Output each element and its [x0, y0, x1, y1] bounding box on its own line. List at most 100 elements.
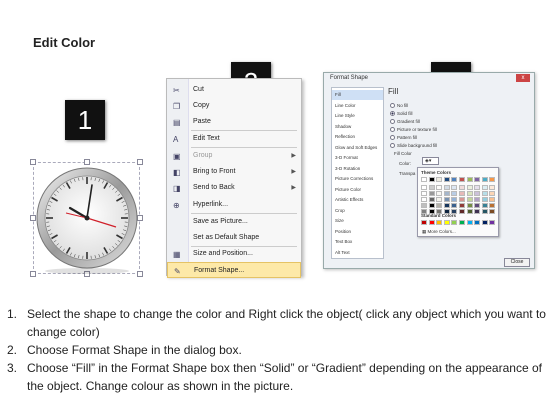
dialog-close-icon[interactable]: x — [516, 74, 530, 82]
theme-color-swatch[interactable] — [481, 184, 488, 190]
theme-color-swatch[interactable] — [489, 184, 496, 190]
dialog-nav-item[interactable]: Alt Text — [332, 248, 383, 258]
dialog-nav-item[interactable]: Crop — [332, 206, 383, 216]
theme-color-swatch[interactable] — [474, 202, 481, 208]
theme-color-swatch[interactable] — [421, 202, 427, 208]
context-menu-item[interactable]: Save as Picture... — [167, 214, 301, 230]
standard-color-swatch[interactable] — [474, 220, 481, 225]
theme-color-swatch[interactable] — [428, 177, 435, 182]
theme-color-swatch[interactable] — [474, 184, 481, 190]
theme-color-swatch[interactable] — [474, 177, 481, 182]
theme-color-swatch[interactable] — [481, 196, 488, 202]
dialog-nav-item[interactable]: Position — [332, 227, 383, 237]
dialog-nav-item[interactable]: Size — [332, 216, 383, 226]
theme-color-swatch[interactable] — [443, 177, 450, 182]
theme-color-swatch[interactable] — [428, 196, 435, 202]
theme-color-swatch[interactable] — [489, 190, 496, 196]
context-menu-item[interactable]: A Edit Text — [167, 131, 301, 147]
dialog-nav-item[interactable]: Fill — [332, 90, 383, 100]
context-menu-item[interactable]: ▣ Group ▶ — [167, 148, 301, 164]
theme-color-swatch[interactable] — [443, 196, 450, 202]
theme-color-swatch[interactable] — [436, 184, 443, 190]
theme-color-swatch[interactable] — [421, 190, 427, 196]
dialog-nav-item[interactable]: Artistic Effects — [332, 195, 383, 205]
color-picker-button[interactable]: ◈▾ — [422, 157, 439, 165]
theme-color-swatch[interactable] — [466, 184, 473, 190]
theme-color-swatch[interactable] — [421, 196, 427, 202]
clock-icon[interactable] — [30, 165, 145, 280]
theme-color-swatch[interactable] — [459, 177, 465, 182]
theme-color-swatch[interactable] — [489, 202, 496, 208]
theme-color-swatch[interactable] — [481, 208, 488, 214]
standard-color-swatch[interactable] — [481, 220, 488, 225]
theme-color-swatch[interactable] — [466, 208, 473, 214]
theme-color-swatch[interactable] — [466, 202, 473, 208]
theme-color-swatch[interactable] — [421, 184, 427, 190]
standard-color-swatch[interactable] — [443, 220, 450, 225]
theme-color-swatch[interactable] — [443, 202, 450, 208]
context-menu-item[interactable]: Set as Default Shape — [167, 230, 301, 246]
theme-color-swatch[interactable] — [436, 190, 443, 196]
theme-color-swatch[interactable] — [451, 196, 458, 202]
dialog-nav-item[interactable]: Text Box — [332, 237, 383, 247]
context-menu-item[interactable]: ◨ Send to Back ▶ — [167, 180, 301, 196]
theme-color-swatch[interactable] — [466, 177, 473, 182]
theme-color-swatch[interactable] — [428, 190, 435, 196]
context-menu-item[interactable]: ◧ Bring to Front ▶ — [167, 164, 301, 180]
more-colors-option[interactable]: ▦ More Colors... — [422, 229, 456, 235]
standard-color-swatch[interactable] — [489, 220, 496, 225]
standard-color-swatch[interactable] — [459, 220, 465, 225]
dialog-nav-item[interactable]: Picture Corrections — [332, 174, 383, 184]
dialog-nav-item[interactable]: Glow and Soft Edges — [332, 143, 383, 153]
theme-color-swatch[interactable] — [481, 177, 488, 182]
dialog-close-button[interactable]: Close — [504, 258, 530, 267]
standard-color-swatch[interactable] — [466, 220, 473, 225]
fill-option-radio[interactable]: Picture or texture fill — [390, 127, 437, 133]
theme-color-swatch[interactable] — [428, 202, 435, 208]
theme-color-swatch[interactable] — [451, 184, 458, 190]
theme-color-swatch[interactable] — [474, 196, 481, 202]
theme-color-swatch[interactable] — [459, 190, 465, 196]
theme-color-swatch[interactable] — [421, 177, 427, 182]
theme-color-swatch[interactable] — [443, 184, 450, 190]
context-menu-item[interactable]: ✎ Format Shape... — [167, 262, 301, 278]
dialog-nav-item[interactable]: 3-D Format — [332, 153, 383, 163]
standard-color-swatch[interactable] — [451, 220, 458, 225]
dialog-nav-item[interactable]: Picture Color — [332, 185, 383, 195]
theme-color-swatch[interactable] — [459, 208, 465, 214]
theme-color-swatch[interactable] — [451, 177, 458, 182]
fill-option-radio[interactable]: Solid fill — [390, 111, 413, 117]
theme-color-swatch[interactable] — [436, 202, 443, 208]
theme-color-swatch[interactable] — [436, 177, 443, 182]
theme-color-swatch[interactable] — [443, 190, 450, 196]
theme-color-swatch[interactable] — [466, 196, 473, 202]
standard-color-swatch[interactable] — [428, 220, 435, 225]
context-menu-item[interactable]: ▦ Size and Position... — [167, 246, 301, 262]
dialog-nav-item[interactable]: 3-D Rotation — [332, 164, 383, 174]
dialog-nav-item[interactable]: Shadow — [332, 122, 383, 132]
fill-option-radio[interactable]: Slide background fill — [390, 143, 437, 149]
standard-color-swatch[interactable] — [421, 220, 427, 225]
context-menu-item[interactable]: ▤ Paste — [167, 114, 301, 130]
standard-color-swatch[interactable] — [436, 220, 443, 225]
theme-color-swatch[interactable] — [489, 196, 496, 202]
theme-color-swatch[interactable] — [489, 208, 496, 214]
context-menu-item[interactable]: ✂ Cut — [167, 82, 301, 98]
fill-option-radio[interactable]: Gradient fill — [390, 119, 420, 125]
theme-color-swatch[interactable] — [466, 190, 473, 196]
theme-color-swatch[interactable] — [474, 190, 481, 196]
fill-option-radio[interactable]: No fill — [390, 103, 408, 109]
theme-color-swatch[interactable] — [474, 208, 481, 214]
theme-color-swatch[interactable] — [489, 177, 496, 182]
theme-color-swatch[interactable] — [436, 196, 443, 202]
theme-color-swatch[interactable] — [481, 202, 488, 208]
dialog-nav-item[interactable]: Reflection — [332, 132, 383, 142]
dialog-nav-item[interactable]: Line Style — [332, 111, 383, 121]
theme-color-swatch[interactable] — [481, 190, 488, 196]
theme-color-swatch[interactable] — [451, 202, 458, 208]
theme-color-swatch[interactable] — [451, 190, 458, 196]
context-menu-item[interactable]: ❐ Copy — [167, 98, 301, 114]
theme-color-swatch[interactable] — [459, 202, 465, 208]
theme-color-swatch[interactable] — [459, 184, 465, 190]
theme-color-swatch[interactable] — [459, 196, 465, 202]
